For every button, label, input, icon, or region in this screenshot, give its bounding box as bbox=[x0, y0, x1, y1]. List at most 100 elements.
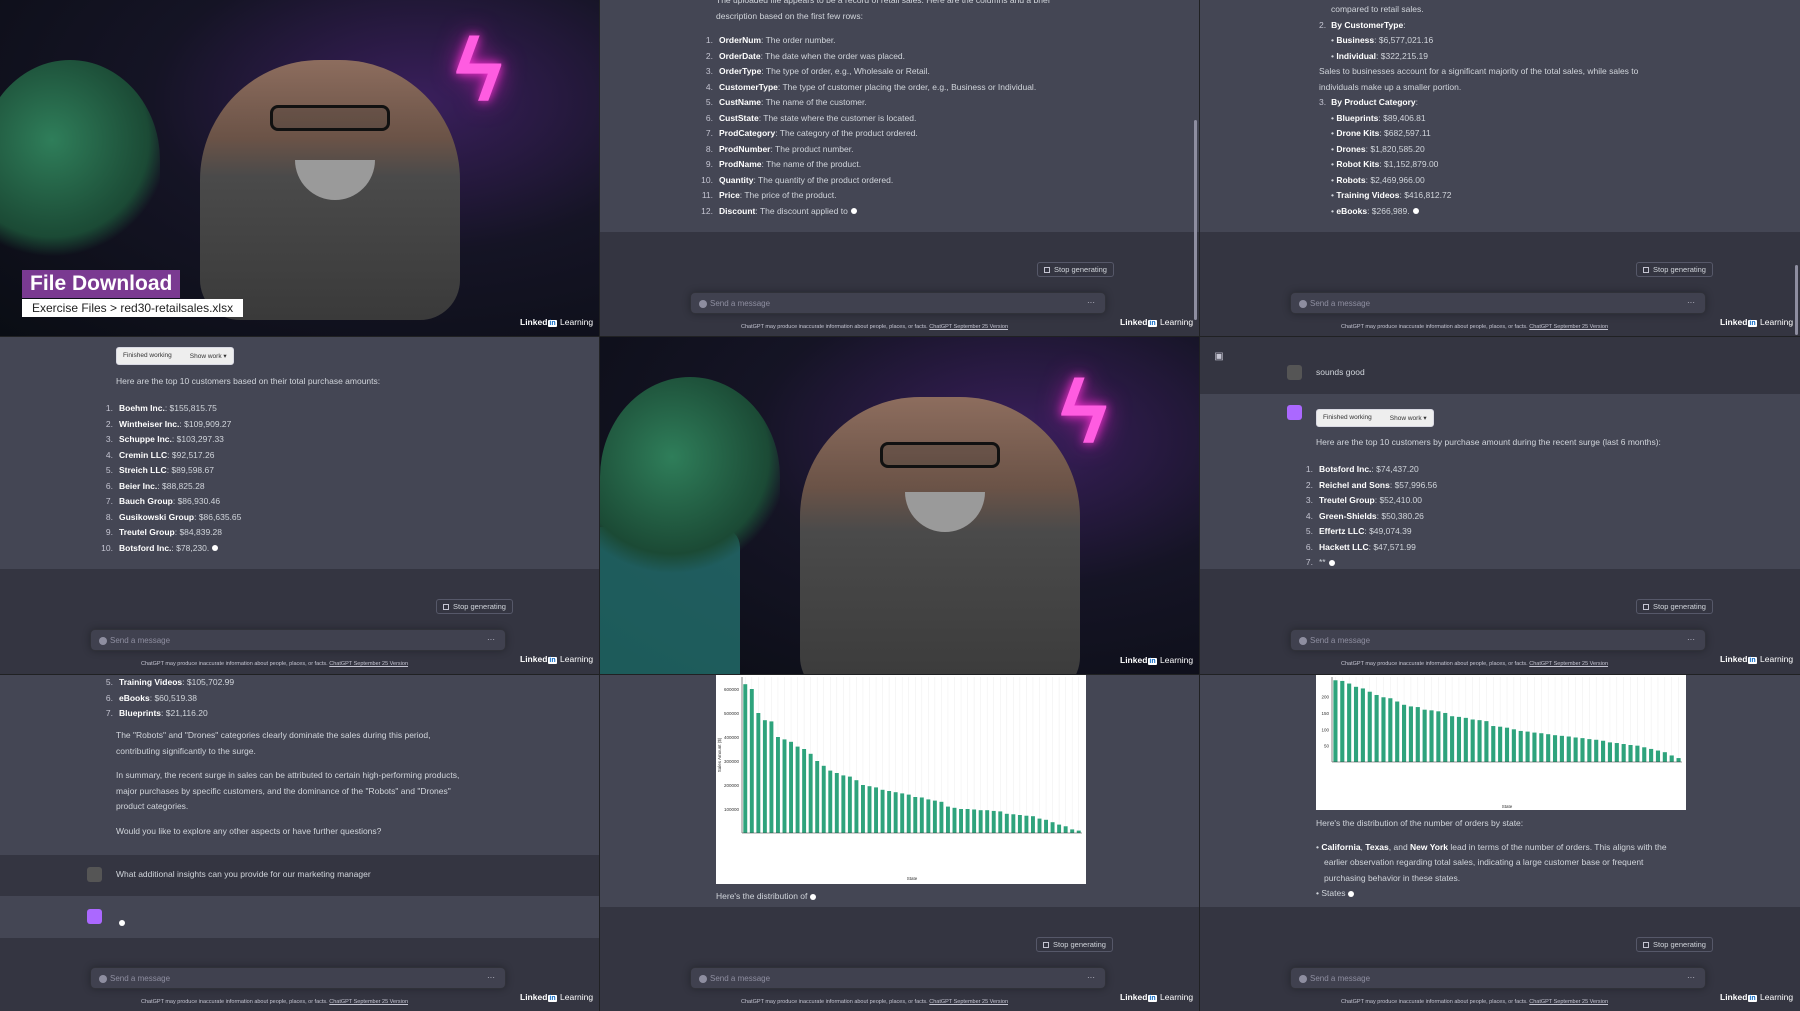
message-input[interactable]: Send a message ··· bbox=[690, 967, 1106, 989]
chart-bar bbox=[1347, 683, 1352, 762]
stop-generating-button[interactable]: Stop generating bbox=[1636, 599, 1713, 614]
disclaimer: ChatGPT may produce inaccurate informati… bbox=[141, 661, 409, 667]
chart-bar bbox=[1456, 716, 1462, 762]
linkedin-learning-logo: Linked in Learning bbox=[520, 992, 594, 1002]
chart-bar bbox=[880, 789, 885, 833]
presenter-image bbox=[800, 397, 1080, 674]
chart-bar bbox=[749, 689, 754, 833]
chart-bar bbox=[932, 800, 937, 833]
chart-bar bbox=[1504, 727, 1510, 762]
chart-bar bbox=[743, 684, 748, 833]
plant-image bbox=[600, 377, 780, 577]
chart-bar bbox=[1614, 743, 1619, 762]
sidebar-toggle-icon[interactable]: ▣ bbox=[1210, 347, 1228, 365]
chart-bar bbox=[841, 775, 846, 833]
customer-item: 6. Hackett LLC: $47,571.99 bbox=[1305, 541, 1416, 552]
chart-bar bbox=[1381, 697, 1386, 762]
chart-bar bbox=[1422, 709, 1427, 762]
y-tick-label: 200000 bbox=[724, 783, 740, 788]
chart-bar bbox=[769, 721, 774, 833]
chart-bar bbox=[1662, 752, 1667, 762]
stop-generating-button[interactable]: Stop generating bbox=[1036, 937, 1113, 952]
disclaimer: ChatGPT may produce inaccurate informati… bbox=[741, 324, 1009, 330]
sales-chart-svg: 100000 200000 300000 400000 500000 600000 Stat… bbox=[717, 677, 1082, 881]
chart-bar bbox=[874, 787, 878, 833]
stop-generating-button[interactable]: Stop generating bbox=[436, 599, 513, 614]
chart-bar bbox=[978, 810, 983, 833]
customer-item: 6. Beier Inc.: $88,825.28 bbox=[105, 480, 205, 491]
column-item: 3. OrderType: The type of order, e.g., Wh… bbox=[705, 66, 930, 76]
chart-bar bbox=[913, 797, 918, 833]
chart-bar bbox=[893, 792, 898, 833]
chart-bar bbox=[834, 773, 839, 833]
chart-bar bbox=[887, 791, 892, 833]
breakdown-item: • Training Videos: $416,812.72 bbox=[1331, 190, 1452, 200]
customer-item: 4. Cremin LLC: $92,517.26 bbox=[105, 449, 215, 460]
chart-caption: Here's the distribution of bbox=[716, 889, 817, 905]
customer-item: 2. Reichel and Sons: $57,996.56 bbox=[1305, 479, 1438, 490]
column-item: 10. Quantity: The quantity of the product… bbox=[701, 174, 894, 185]
user-avatar bbox=[1287, 365, 1302, 380]
chart-bar bbox=[1070, 829, 1075, 833]
column-item: 7. ProdCategory: The category of the prod… bbox=[705, 128, 918, 138]
linkedin-learning-logo: Linked in Learning bbox=[1720, 992, 1794, 1002]
chart-bar bbox=[1573, 737, 1578, 762]
chart-bar bbox=[1470, 719, 1475, 762]
plant-image bbox=[0, 60, 160, 260]
chart-bar bbox=[802, 749, 807, 833]
top10-intro: Here are the top 10 customers based on t… bbox=[116, 376, 381, 386]
customer-item: 2. Wintheiser Inc.: $109,909.27 bbox=[105, 418, 232, 429]
customer-item: 7. Bauch Group: $86,930.46 bbox=[105, 496, 221, 506]
orders-chart-svg: 50 100 150 200 State bbox=[1321, 677, 1682, 809]
stop-generating-button[interactable]: Stop generating bbox=[1636, 262, 1713, 277]
chat-panel-top10: ▣ Finished workingShow work ▾ Here are t… bbox=[0, 337, 599, 674]
message-input[interactable]: Send a message ··· bbox=[90, 629, 506, 651]
customer-item: 1. Boehm Inc.: $155,815.75 bbox=[105, 403, 217, 413]
chart-bar bbox=[906, 794, 911, 833]
chart-bar bbox=[1044, 819, 1048, 833]
breakdown-item: • Drones: $1,820,585.20 bbox=[1331, 143, 1425, 154]
chart-bar bbox=[1463, 717, 1468, 762]
column-item: 1. OrderNum: The order number. bbox=[705, 35, 836, 45]
chart-bar bbox=[1436, 711, 1441, 762]
column-item: 6. CustState: The state where the custome… bbox=[705, 112, 917, 123]
column-item: 9. ProdName: The name of the product. bbox=[705, 159, 862, 169]
chart-bar bbox=[1477, 720, 1482, 762]
chart-bar bbox=[1037, 818, 1042, 833]
chart-bar bbox=[789, 741, 793, 833]
chart-bar bbox=[854, 780, 859, 833]
message-input[interactable]: Send a message ··· bbox=[1290, 967, 1706, 989]
chart-bar bbox=[1429, 710, 1434, 762]
chart-bar bbox=[1601, 740, 1606, 762]
finished-working-pill[interactable]: Finished working Show work ▾ bbox=[1316, 409, 1434, 427]
finished-working-pill[interactable]: Finished working Show work ▾ bbox=[116, 347, 234, 365]
y-tick-label: 600000 bbox=[724, 687, 740, 692]
message-input[interactable]: Send a message ··· bbox=[690, 292, 1106, 314]
user-message: sounds good bbox=[1316, 367, 1365, 377]
chart-bar bbox=[1635, 745, 1640, 762]
chart-bar bbox=[926, 799, 931, 833]
column-item: 4. CustomerType: The type of customer pla… bbox=[705, 81, 1037, 92]
scrollbar[interactable] bbox=[1194, 120, 1197, 320]
chart-bar bbox=[1518, 730, 1523, 762]
chart-bar bbox=[1024, 815, 1029, 833]
scrollbar[interactable] bbox=[1795, 265, 1798, 335]
chart-bar bbox=[1408, 706, 1413, 762]
y-tick-label: 400000 bbox=[724, 735, 740, 740]
breakdown-item: • Blueprints: $89,406.81 bbox=[1331, 112, 1426, 123]
stop-generating-button[interactable]: Stop generating bbox=[1037, 262, 1114, 277]
video-instructor: ϟ Linked in Learning bbox=[600, 337, 1199, 674]
message-input[interactable]: Send a message ··· bbox=[90, 967, 506, 989]
message-input[interactable]: Send a message ··· bbox=[1290, 292, 1706, 314]
linkedin-learning-logo: Linked in Learning bbox=[1120, 317, 1194, 327]
chat-panel-columns: ▣ The uploaded file appears to be a reco… bbox=[600, 0, 1199, 336]
breakdown-text: compared to retail sales. 2. By CustomerT… bbox=[1319, 2, 1638, 219]
stop-generating-button[interactable]: Stop generating bbox=[1636, 937, 1713, 952]
user-message: What additional insights can you provide… bbox=[116, 869, 371, 879]
neon-bolt-icon: ϟ bbox=[1060, 363, 1108, 463]
chart-bar bbox=[1580, 738, 1585, 762]
top10-list: 1. Boehm Inc.: $155,815.75 2. Wintheiser In… bbox=[96, 401, 241, 556]
message-input[interactable]: Send a message ··· bbox=[1290, 629, 1706, 651]
customer-item: 5. Streich LLC: $89,598.67 bbox=[105, 465, 214, 475]
chart-bar bbox=[1360, 688, 1365, 762]
